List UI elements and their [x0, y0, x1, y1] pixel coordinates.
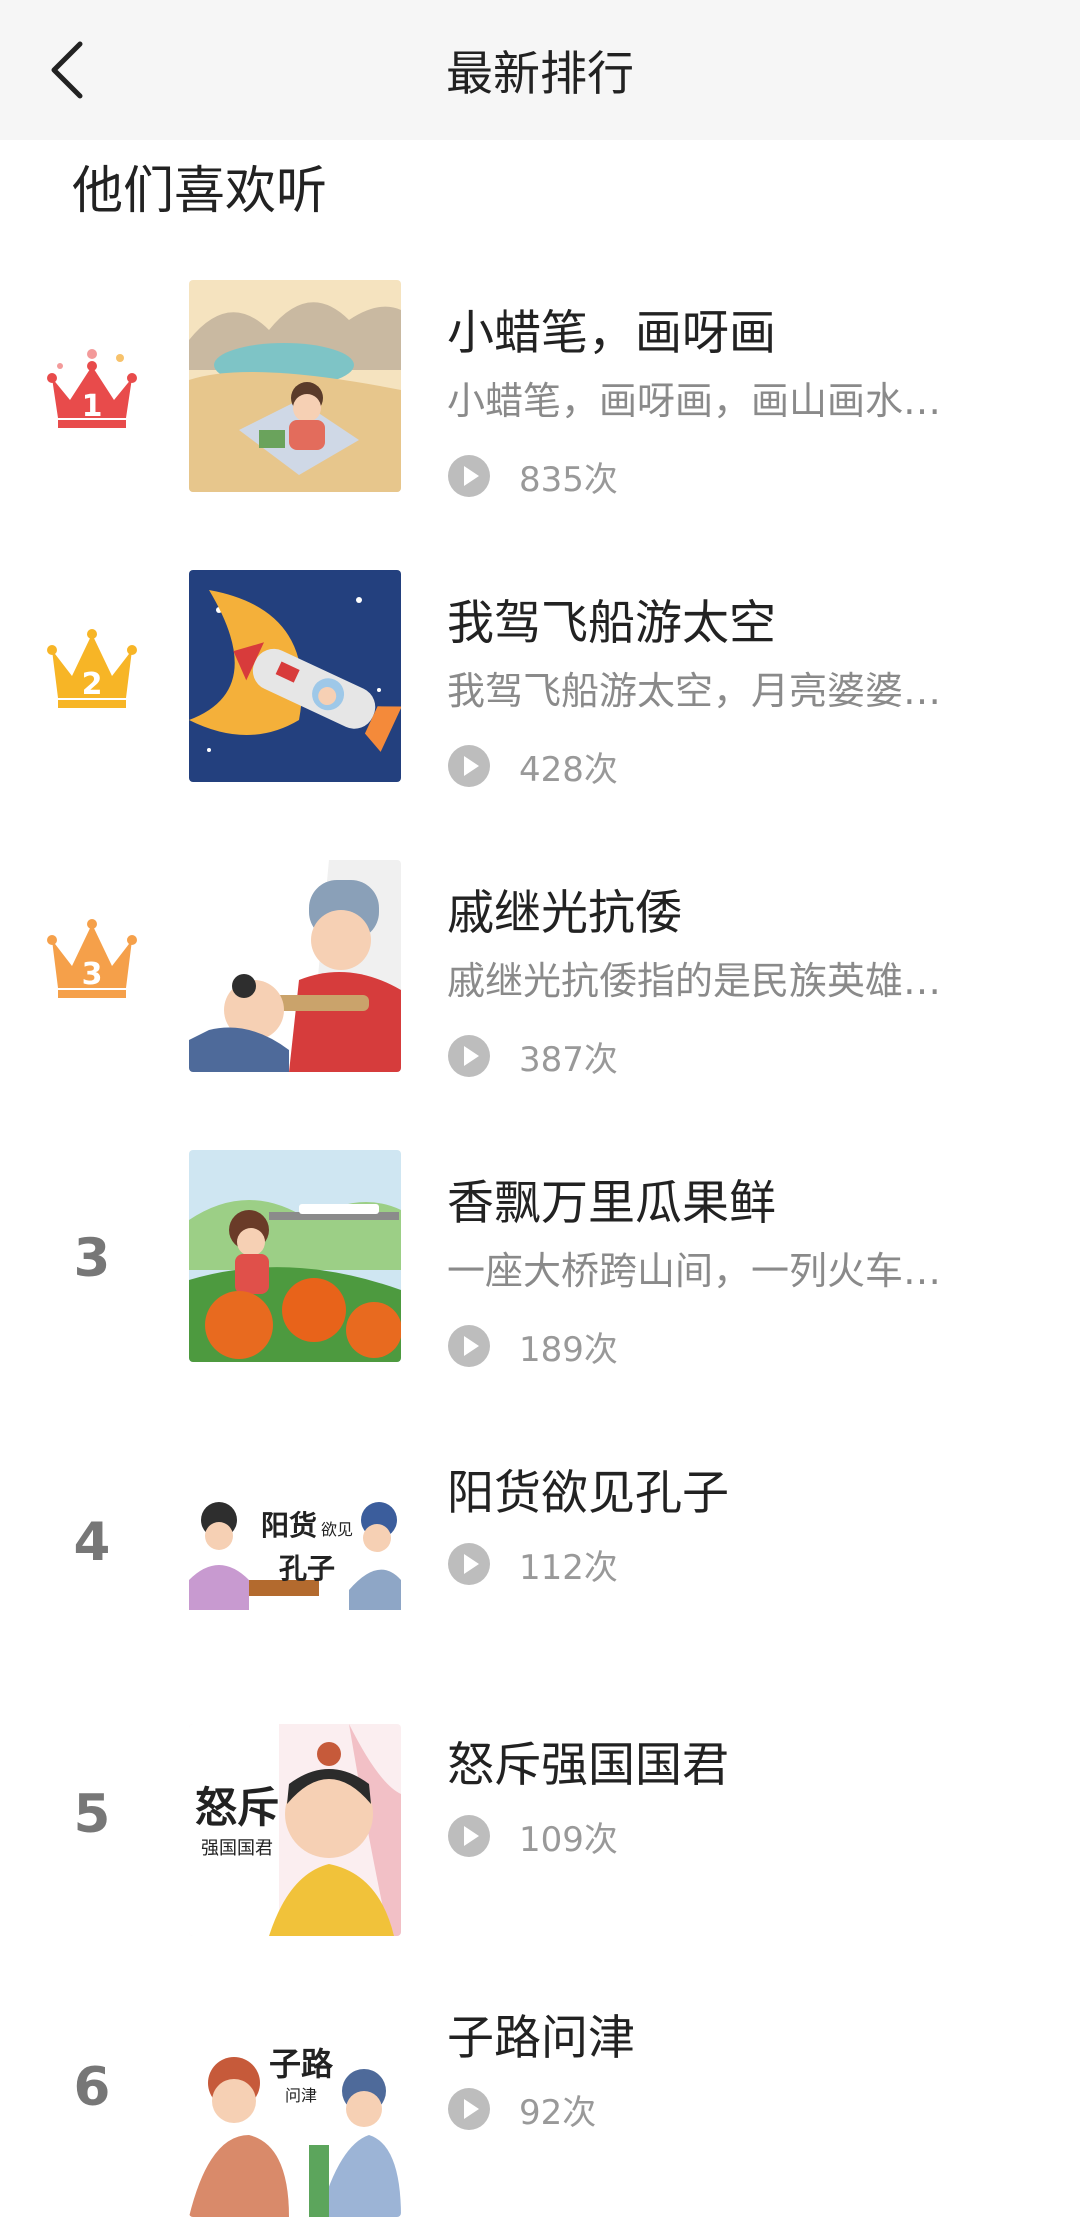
list-item[interactable]: 5 怒斥 强国国君 怒斥强国国君 109次 [0, 1702, 1080, 1962]
play-count: 189次 [447, 1324, 618, 1370]
cover-image: 阳货 欲见 孔子 [189, 1440, 401, 1652]
cover-image: 怒斥 强国国君 [189, 1724, 401, 1936]
list-item[interactable]: 4 阳货 欲见 孔子 阳货欲见孔子 112次 [0, 1430, 1080, 1690]
rank-number: 4 [73, 1512, 111, 1573]
cover-image [189, 860, 401, 1072]
cover-image [189, 1150, 401, 1362]
item-title[interactable]: 小蜡笔，画呀画 [447, 294, 776, 363]
page-title: 最新排行 [446, 47, 634, 102]
svg-text:欲见: 欲见 [321, 1520, 353, 1539]
svg-text:阳货: 阳货 [261, 1509, 317, 1542]
rank-number: 5 [73, 1784, 111, 1845]
svg-text:2: 2 [82, 667, 103, 702]
cover-image [189, 280, 401, 492]
play-count: 109次 [447, 1814, 618, 1860]
rank-number: 6 [73, 2057, 111, 2118]
svg-text:怒斥: 怒斥 [195, 1783, 279, 1832]
header-bar: 最新排行 [0, 0, 1080, 140]
play-icon[interactable] [447, 1034, 491, 1078]
crown-rank-1-icon: 1 [47, 349, 137, 428]
cover-image: 子路 问津 [189, 2005, 401, 2217]
item-title[interactable]: 子路问津 [447, 1999, 635, 2068]
item-title[interactable]: 香飘万里瓜果鲜 [447, 1164, 776, 1233]
play-count: 835次 [447, 454, 618, 500]
svg-text:1: 1 [82, 389, 103, 424]
section-title: 他们喜欢听 [72, 162, 328, 221]
play-count: 428次 [447, 744, 618, 790]
list-item[interactable]: 1 小蜡笔，画呀画 小蜡笔，画呀画，画山画水… 835次 [0, 270, 1080, 540]
item-description: 戚继光抗倭指的是民族英雄… [447, 959, 942, 1003]
crown-rank-2-icon: 2 [47, 629, 137, 708]
list-item[interactable]: 6 子路 问津 子路问津 92次 [0, 1975, 1080, 2220]
item-title[interactable]: 阳货欲见孔子 [447, 1454, 729, 1523]
play-icon[interactable] [447, 1324, 491, 1368]
item-title[interactable]: 戚继光抗倭 [447, 874, 682, 943]
item-description: 我驾飞船游太空，月亮婆婆… [447, 669, 942, 713]
play-count: 112次 [447, 1542, 618, 1588]
list-item[interactable]: 3 香飘万里瓜果鲜 一座大桥跨山间，一列火车… 189次 [0, 1140, 1080, 1410]
svg-text:孔子: 孔子 [279, 1552, 335, 1585]
svg-text:强国国君: 强国国君 [201, 1838, 273, 1859]
play-count: 92次 [447, 2087, 596, 2133]
rank-number: 3 [73, 1228, 111, 1289]
play-icon[interactable] [447, 1814, 491, 1858]
play-icon[interactable] [447, 454, 491, 498]
play-icon[interactable] [447, 1542, 491, 1586]
item-description: 小蜡笔，画呀画，画山画水… [447, 379, 942, 423]
svg-text:问津: 问津 [285, 2086, 317, 2105]
svg-text:子路: 子路 [269, 2045, 334, 2083]
play-icon[interactable] [447, 744, 491, 788]
play-icon[interactable] [447, 2087, 491, 2131]
item-description: 一座大桥跨山间，一列火车… [447, 1249, 942, 1293]
list-item[interactable]: 3 戚继光抗倭 戚继光抗倭指的是民族英雄… 387次 [0, 850, 1080, 1120]
play-count: 387次 [447, 1034, 618, 1080]
item-title[interactable]: 怒斥强国国君 [447, 1726, 729, 1795]
list-item[interactable]: 2 我驾飞船游太空 我驾飞船游太空，月亮婆婆… 428次 [0, 560, 1080, 830]
svg-text:3: 3 [82, 957, 103, 992]
item-title[interactable]: 我驾飞船游太空 [447, 584, 776, 653]
crown-rank-3-icon: 3 [47, 919, 137, 998]
cover-image [189, 570, 401, 782]
